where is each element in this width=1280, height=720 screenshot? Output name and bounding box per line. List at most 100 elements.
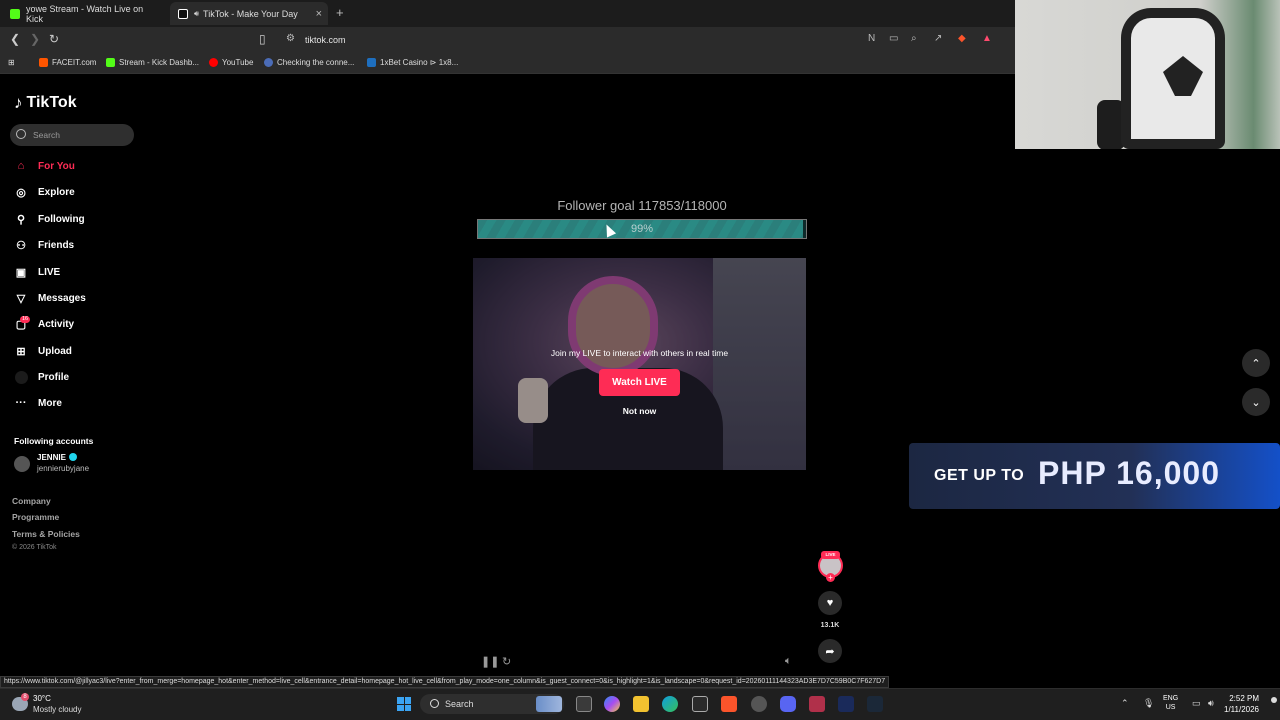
rewards-icon[interactable]: ▲ <box>982 33 992 44</box>
nav-more[interactable]: ··· More <box>14 393 62 413</box>
heart-icon: ♥ <box>826 597 834 609</box>
clock-date: 1/11/2026 <box>1224 705 1259 714</box>
gaming-chair <box>1121 8 1225 149</box>
nav-upload[interactable]: ⊞ Upload <box>14 341 72 361</box>
apps-grid-icon[interactable]: ⊞ <box>8 58 15 67</box>
chatgpt-icon[interactable] <box>751 696 767 712</box>
like-button[interactable]: ♥ <box>818 591 842 615</box>
live-video-preview[interactable]: Join my LIVE to interact with others in … <box>473 258 806 470</box>
volume-tray-icon[interactable]: 🔊︎ <box>1208 698 1214 709</box>
pause-icon[interactable]: ❚❚ <box>481 655 499 668</box>
watch-live-button[interactable]: Watch LIVE <box>599 369 680 396</box>
brave-shield-icon[interactable]: ◆ <box>958 33 966 44</box>
tab-tiktok[interactable]: 🔊︎ TikTok - Make Your Day × <box>170 2 328 25</box>
footer-terms[interactable]: Terms & Policies <box>12 529 80 539</box>
url-field[interactable]: tiktok.com <box>305 35 346 45</box>
previous-video-button[interactable]: ⌃ <box>1242 349 1270 377</box>
nav-label: Activity <box>38 318 75 330</box>
screen: yowe Stream - Watch Live on Kick 🔊︎ TikT… <box>0 0 1280 720</box>
file-explorer-icon[interactable] <box>633 696 649 712</box>
upload-icon: ⊞ <box>16 345 26 358</box>
no-cast-icon[interactable]: N <box>868 33 875 44</box>
chair-logo <box>1163 56 1203 96</box>
nav-label: Profile <box>38 371 70 383</box>
lang-bottom: US <box>1165 704 1176 711</box>
nav-label: For You <box>38 160 75 172</box>
next-video-button[interactable]: ⌄ <box>1242 388 1270 416</box>
nav-friends[interactable]: ⚇ Friends <box>14 235 74 255</box>
globe-icon <box>264 58 273 67</box>
following-accounts-heading: Following accounts <box>14 436 94 446</box>
search-box[interactable] <box>10 124 134 146</box>
language-indicator[interactable]: ENG US <box>1163 694 1178 712</box>
nav-live[interactable]: ▣ LIVE <box>14 262 60 282</box>
account-name-text: JENNIE <box>37 453 66 462</box>
tab-kick[interactable]: yowe Stream - Watch Live on Kick <box>2 2 170 25</box>
bookmark-1xbet[interactable]: 1xBet Casino ⊳ 1x8... <box>367 58 458 67</box>
bookmark-youtube[interactable]: YouTube <box>209 58 253 67</box>
not-now-button[interactable]: Not now <box>473 406 806 416</box>
bookmark-checking[interactable]: Checking the conne... <box>264 58 354 67</box>
back-icon[interactable]: ❮ <box>10 32 20 46</box>
bookmark-kick[interactable]: Stream - Kick Dashb... <box>106 58 199 67</box>
nav-messages[interactable]: ▽ Messages <box>14 288 86 308</box>
zoom-icon[interactable]: ⌕ <box>911 33 917 44</box>
account-avatar[interactable] <box>14 456 30 472</box>
site-info-icon[interactable]: ⚙ <box>286 33 295 44</box>
activity-badge: 16 <box>20 316 31 323</box>
nav-label: Friends <box>38 239 75 251</box>
footer-company[interactable]: Company <box>12 496 51 506</box>
search-input[interactable]: Search <box>33 130 60 140</box>
windows-start-icon[interactable] <box>397 697 411 711</box>
account-name[interactable]: JENNIE <box>37 453 77 462</box>
weather-temp[interactable]: 30°C <box>33 694 51 703</box>
share-icon[interactable]: ↗ <box>934 33 942 44</box>
edge-icon[interactable] <box>662 696 678 712</box>
volume-icon[interactable]: 🔈︎ <box>785 655 792 668</box>
join-live-prompt: Join my LIVE to interact with others in … <box>550 348 729 358</box>
nav-for-you[interactable]: ⌂ For You <box>14 156 75 176</box>
nav-following[interactable]: ⚲ Following <box>14 209 85 229</box>
network-icon[interactable]: ▭ <box>1192 698 1201 709</box>
weather-badge: 8 <box>21 693 29 701</box>
weather-desc[interactable]: Mostly cloudy <box>33 705 81 714</box>
bookmark-icon[interactable]: ▯ <box>259 32 266 46</box>
sidebar-icon[interactable]: ▭ <box>889 33 898 44</box>
account-handle[interactable]: jennierubyjane <box>37 464 89 473</box>
clock[interactable]: 2:52 PM 1/11/2026 <box>1224 693 1259 715</box>
refresh-icon[interactable]: ↻ <box>502 655 511 668</box>
forward-icon[interactable]: ❯ <box>30 32 40 46</box>
nav-label: More <box>38 397 62 409</box>
vscode-icon[interactable] <box>838 696 854 712</box>
tiktok-logo[interactable]: ♪ TikTok <box>14 93 77 113</box>
footer-programme[interactable]: Programme <box>12 512 59 522</box>
1xbet-icon <box>367 58 376 67</box>
store-icon[interactable] <box>692 696 708 712</box>
notification-icon[interactable] <box>1271 697 1277 703</box>
discord-icon[interactable] <box>780 696 796 712</box>
profile-avatar <box>14 370 28 384</box>
nav-profile[interactable]: Profile <box>14 367 69 387</box>
tray-chevron-icon[interactable]: ⌃ <box>1121 698 1129 709</box>
nav-label: Following <box>38 213 85 225</box>
tab-title: yowe Stream - Watch Live on Kick <box>25 3 144 24</box>
more-icon: ··· <box>15 397 27 409</box>
brave-icon[interactable] <box>721 696 737 712</box>
logo-text: TikTok <box>26 94 77 111</box>
copilot-icon[interactable] <box>604 696 620 712</box>
steam-icon[interactable] <box>867 696 883 712</box>
reload-icon[interactable]: ↻ <box>49 32 59 46</box>
close-tab-icon[interactable]: × <box>316 8 322 20</box>
obs-icon[interactable] <box>809 696 825 712</box>
friends-icon: ⚇ <box>16 239 26 252</box>
new-tab-button[interactable]: + <box>336 5 344 20</box>
copyright: © 2026 TikTok <box>12 544 57 551</box>
task-view-icon[interactable] <box>576 696 592 712</box>
share-button[interactable]: ➦ <box>818 639 842 663</box>
follow-plus-button[interactable]: + <box>826 573 835 582</box>
compass-icon: ◎ <box>16 186 26 199</box>
microphone-icon[interactable]: 🎙︎ <box>1143 698 1154 709</box>
bookmark-label: YouTube <box>222 58 254 67</box>
nav-explore[interactable]: ◎ Explore <box>14 182 75 202</box>
bookmark-faceit[interactable]: FACEIT.com <box>39 58 96 67</box>
